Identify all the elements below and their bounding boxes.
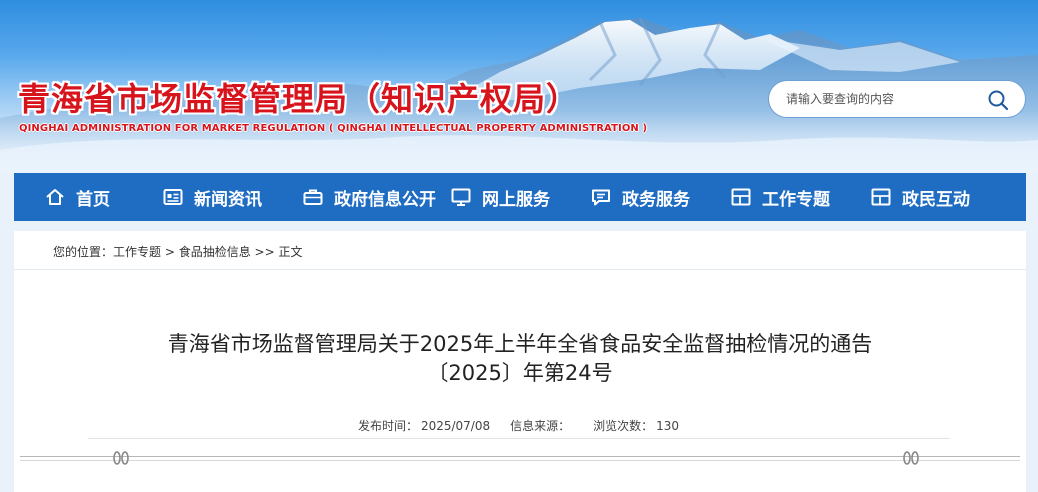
nav-news-label: 新闻资讯 [194,189,262,210]
nav-gov-service-label: 政务服务 [622,189,690,210]
monitor-icon [451,188,471,206]
breadcrumb-separator: > [161,245,179,259]
article-meta: 发布时间： 2025/07/08 信息来源： 浏览次数： 130 [14,417,1026,434]
nav-home[interactable]: 首页 [44,173,110,221]
binder-ring-icon [903,451,919,465]
site-title: 青海省市场监督管理局（知识产权局） [18,80,580,118]
article-content: 青海省市场监督管理局关于2025年上半年全省食品安全监督抽检情况的通告 〔202… [14,270,1026,492]
source-label: 信息来源： [510,419,571,433]
views-value: 130 [656,419,680,433]
search-box [768,80,1026,118]
nav-online-service-label: 网上服务 [482,189,550,210]
nav-work-topics[interactable]: 工作专题 [730,173,830,221]
layout-icon [871,188,891,206]
breadcrumb-work-topics[interactable]: 工作专题 [113,245,161,259]
nav-online-service[interactable]: 网上服务 [450,173,550,221]
breadcrumb-separator: >> [250,245,279,259]
nav-interaction-label: 政民互动 [902,189,970,210]
article-title: 青海省市场监督管理局关于2025年上半年全省食品安全监督抽检情况的通告 〔202… [14,330,1026,388]
nav-gov-info-label: 政府信息公开 [334,189,436,210]
nav-work-topics-label: 工作专题 [762,189,830,210]
nav-gov-service[interactable]: 政务服务 [590,173,690,221]
breadcrumb-current: 正文 [278,245,303,259]
nav-home-label: 首页 [76,189,110,210]
breadcrumb-bar: 您的位置：工作专题 > 食品抽检信息 >> 正文 [14,231,1026,270]
briefcase-icon [303,189,323,205]
breadcrumb-prefix: 您的位置： [53,245,114,259]
site-subtitle: QINGHAI ADMINISTRATION FOR MARKET REGULA… [19,123,648,134]
views-label: 浏览次数： [593,419,654,433]
home-icon [46,189,64,205]
binder-ring-icon [113,451,129,465]
title-divider [88,438,950,439]
nav-news[interactable]: 新闻资讯 [162,173,262,221]
news-icon [163,189,183,205]
breadcrumb: 您的位置：工作专题 > 食品抽检信息 >> 正文 [53,243,303,260]
layout-icon [731,188,751,206]
publish-date: 2025/07/08 [420,419,491,433]
nav-interaction[interactable]: 政民互动 [870,173,970,221]
search-input[interactable] [786,92,971,106]
article-title-line1: 青海省市场监督管理局关于2025年上半年全省食品安全监督抽检情况的通告 [167,332,873,356]
main-nav: 首页 新闻资讯 政府信息公开 网上服务 政务服务 工作专题 政民互动 [14,173,1026,221]
header-banner: 青海省市场监督管理局（知识产权局） QINGHAI ADMINISTRATION… [0,0,1038,173]
publish-label: 发布时间： [357,419,418,433]
decorative-divider [20,456,1020,457]
article-title-line2: 〔2025〕年第24号 [427,361,613,385]
nav-gov-info[interactable]: 政府信息公开 [302,173,436,221]
breadcrumb-food-inspection[interactable]: 食品抽检信息 [179,245,251,259]
chat-icon [592,189,610,206]
search-icon[interactable] [987,89,1009,111]
decorative-divider [20,460,1020,461]
